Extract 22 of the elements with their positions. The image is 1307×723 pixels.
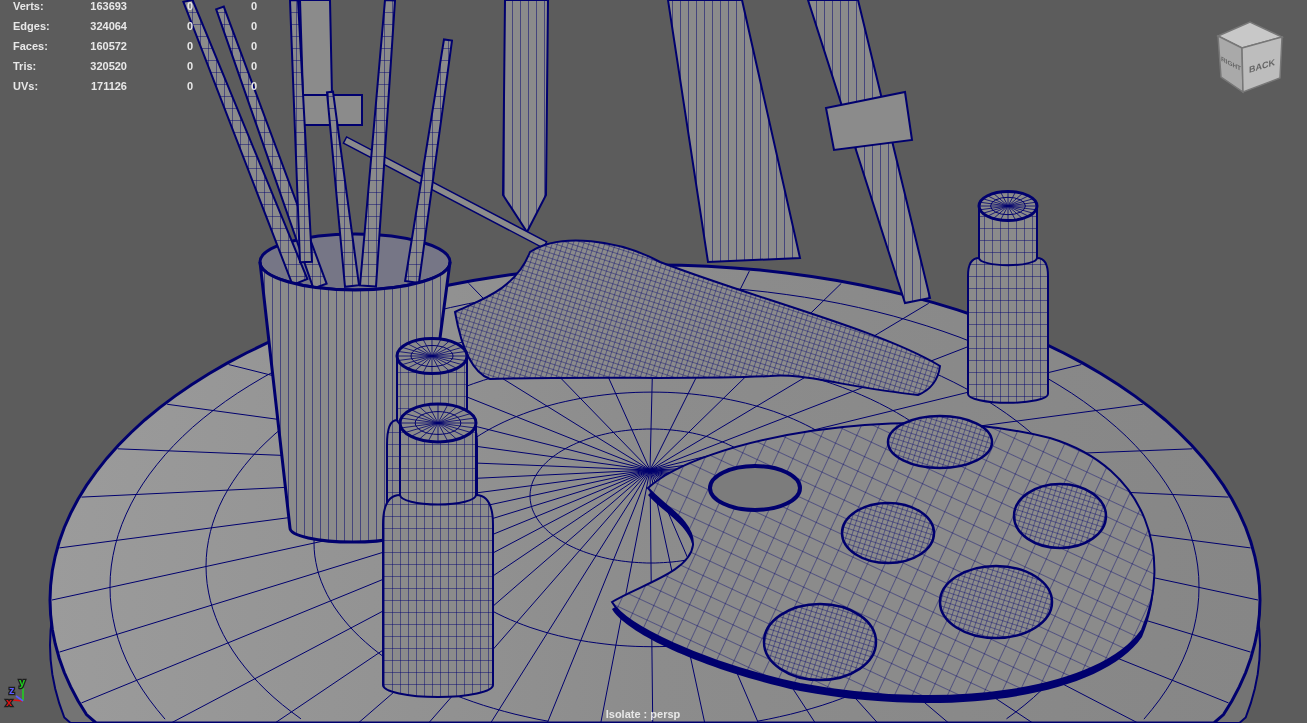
stat-value: 320520 — [90, 60, 127, 73]
stat-label: Faces: — [13, 40, 48, 53]
stat-value: 0 — [186, 60, 193, 73]
stat-label: Tris: — [13, 60, 37, 73]
stat-value: 0 — [186, 20, 193, 33]
stat-value: 0 — [250, 60, 257, 73]
axis-label: x — [6, 696, 13, 708]
stat-value: 163693 — [90, 0, 127, 13]
stat-value: 0 — [186, 40, 193, 53]
stat-label: Edges: — [13, 20, 50, 33]
stat-label: UVs: — [13, 80, 39, 93]
axis-label: z — [9, 684, 15, 696]
stat-value: 324064 — [90, 20, 127, 33]
stat-value: 0 — [186, 80, 193, 93]
stat-value: 0 — [250, 20, 257, 33]
axis-label: y — [19, 676, 26, 688]
stat-value: 171126 — [90, 80, 127, 93]
axis-gizmo-icon — [12, 687, 24, 702]
stat-label: Verts: — [13, 0, 44, 13]
stat-value: 160572 — [90, 40, 127, 53]
stat-value: 0 — [250, 0, 257, 13]
stat-value: 0 — [250, 40, 257, 53]
